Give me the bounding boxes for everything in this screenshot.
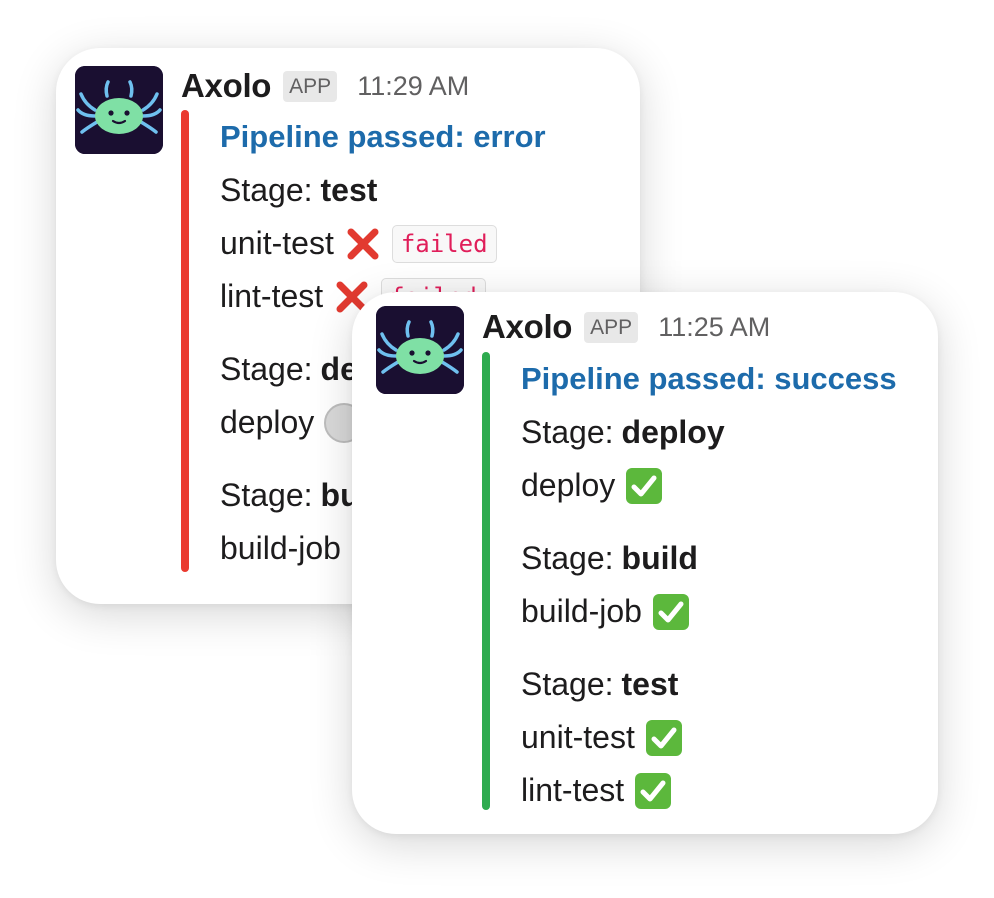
stage-heading: Stage:deploy bbox=[521, 406, 897, 459]
stage-prefix: Stage: bbox=[521, 666, 614, 702]
pipeline-title-link[interactable]: Pipeline passed: error bbox=[220, 110, 546, 164]
axolotl-avatar-icon[interactable] bbox=[75, 66, 163, 154]
stage-heading: Stage:build bbox=[521, 532, 897, 585]
app-badge: APP bbox=[584, 311, 639, 343]
app-badge: APP bbox=[283, 70, 338, 102]
stage-name: deploy bbox=[621, 414, 725, 450]
stage-prefix: Stage: bbox=[521, 540, 614, 576]
stage-prefix: Stage: bbox=[220, 351, 313, 387]
cross-mark-icon bbox=[344, 225, 382, 263]
stage-prefix: Stage: bbox=[521, 414, 614, 450]
stage-heading: Stage: test bbox=[521, 658, 897, 711]
job-name: unit-test bbox=[220, 225, 334, 261]
sender-name[interactable]: Axolo bbox=[482, 308, 572, 346]
job-row: deploy bbox=[521, 459, 897, 512]
stage-name: test bbox=[320, 172, 378, 208]
job-name: build-job bbox=[220, 530, 341, 566]
attachment-accent-bar bbox=[482, 352, 490, 810]
check-mark-icon bbox=[625, 467, 663, 505]
stage-name: test bbox=[621, 666, 679, 702]
job-name: build-job bbox=[521, 593, 642, 629]
job-row: build-job bbox=[521, 585, 897, 638]
stage-prefix: Stage: bbox=[220, 172, 313, 208]
check-mark-icon bbox=[634, 772, 672, 810]
check-mark-icon bbox=[645, 719, 683, 757]
stage-prefix: Stage: bbox=[220, 477, 313, 513]
job-name: deploy bbox=[521, 467, 616, 503]
timestamp[interactable]: 11:29 AM bbox=[357, 71, 469, 102]
stage-heading: Stage: test bbox=[220, 164, 546, 217]
message-header: Axolo APP 11:29 AM bbox=[181, 64, 469, 108]
stage-name: build bbox=[621, 540, 698, 576]
message-header: Axolo APP 11:25 AM bbox=[482, 305, 770, 349]
check-mark-icon bbox=[652, 593, 690, 631]
job-name: lint-test bbox=[220, 278, 324, 314]
job-name: deploy bbox=[220, 404, 315, 440]
job-name: unit-test bbox=[521, 719, 635, 755]
axolotl-avatar-icon[interactable] bbox=[376, 306, 464, 394]
pipeline-title-link[interactable]: Pipeline passed: success bbox=[521, 352, 897, 406]
attachment-accent-bar bbox=[181, 110, 189, 572]
attachment-body: Pipeline passed: success Stage: deploy de… bbox=[521, 352, 897, 817]
job-row: lint-test bbox=[521, 764, 897, 817]
message-card-success: Axolo APP 11:25 AM Pipeline passed: succ… bbox=[352, 292, 938, 834]
job-row: unit-test failed bbox=[220, 217, 546, 270]
job-row: unit-test bbox=[521, 711, 897, 764]
job-name: lint-test bbox=[521, 772, 625, 808]
sender-name[interactable]: Axolo bbox=[181, 67, 271, 105]
status-code-chip: failed bbox=[391, 224, 497, 263]
timestamp[interactable]: 11:25 AM bbox=[658, 312, 770, 343]
